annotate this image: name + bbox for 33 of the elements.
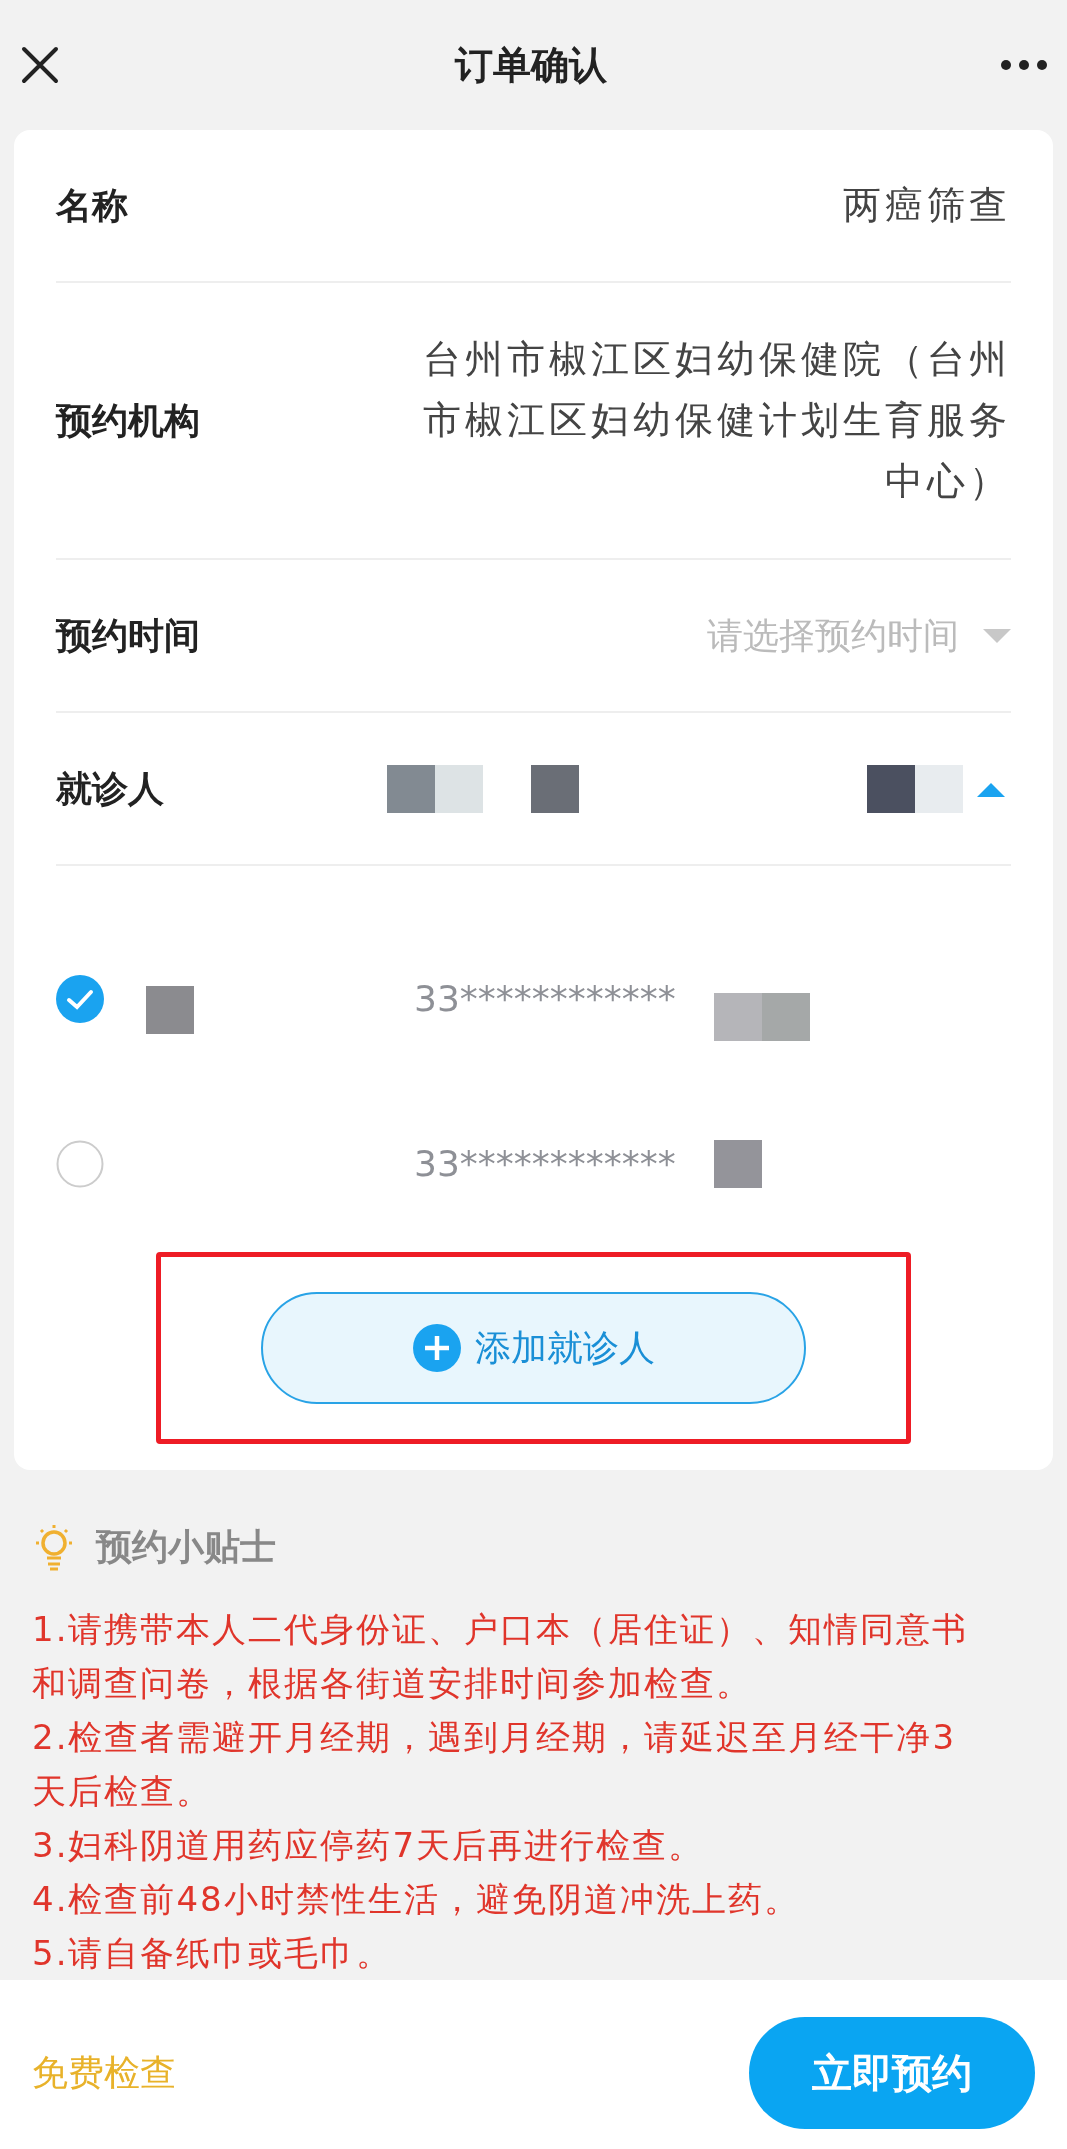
- page-title: 订单确认: [454, 41, 607, 89]
- free-exam-label: 免费检查: [32, 2050, 176, 2095]
- add-patient-button[interactable]: 添加就诊人: [261, 1292, 806, 1404]
- tip-text: 1.请携带本人二代身份证、户口本（居住证）、知情同意书和调查问卷，根据各街道安排时间参加检查。: [32, 1608, 970, 1705]
- tip-text: 2.检查者需避开月经期，遇到月经期，请延迟至月经干净3天后检查。: [32, 1716, 958, 1813]
- dropdown-icon[interactable]: [983, 626, 1011, 645]
- time-placeholder[interactable]: 请选择预约时间: [707, 608, 959, 663]
- field-value: 台州市椒江区妇幼保健院（台州市椒江区妇幼保健计划生育服务中心）: [422, 336, 1011, 505]
- checked-radio[interactable]: [56, 974, 104, 1023]
- field-label: 就诊人: [56, 766, 164, 811]
- redacted-block: [387, 764, 435, 813]
- id-number: 33************: [414, 1141, 677, 1186]
- redacted-block: [531, 764, 579, 813]
- redacted-block: [146, 985, 194, 1034]
- tip-text: 4.检查前48小时禁性生活，避免阴道冲洗上药。: [32, 1878, 801, 1921]
- redacted-block: [867, 764, 915, 813]
- tips-title: 预约小贴士: [96, 1525, 276, 1569]
- book-now-button[interactable]: 立即预约: [749, 2016, 1035, 2129]
- radio-button[interactable]: [56, 1139, 104, 1188]
- redacted-block: [915, 764, 963, 813]
- redacted-block: [762, 992, 810, 1041]
- more-icon[interactable]: [999, 58, 1049, 72]
- field-label: 名称: [56, 183, 128, 228]
- field-label: 预约时间: [56, 613, 200, 658]
- redacted-block: [714, 992, 762, 1041]
- plus-icon: [412, 1324, 461, 1372]
- redacted-block: [714, 1139, 762, 1188]
- redacted-block: [435, 764, 483, 813]
- tip-text: 5.请自备纸巾或毛巾。: [32, 1932, 394, 1975]
- field-label: 预约机构: [56, 398, 200, 443]
- field-value: 两癌筛查: [842, 182, 1011, 230]
- tip-text: 3.妇科阴道用药应停药7天后再进行检查。: [32, 1824, 706, 1867]
- id-number: 33************: [414, 976, 677, 1021]
